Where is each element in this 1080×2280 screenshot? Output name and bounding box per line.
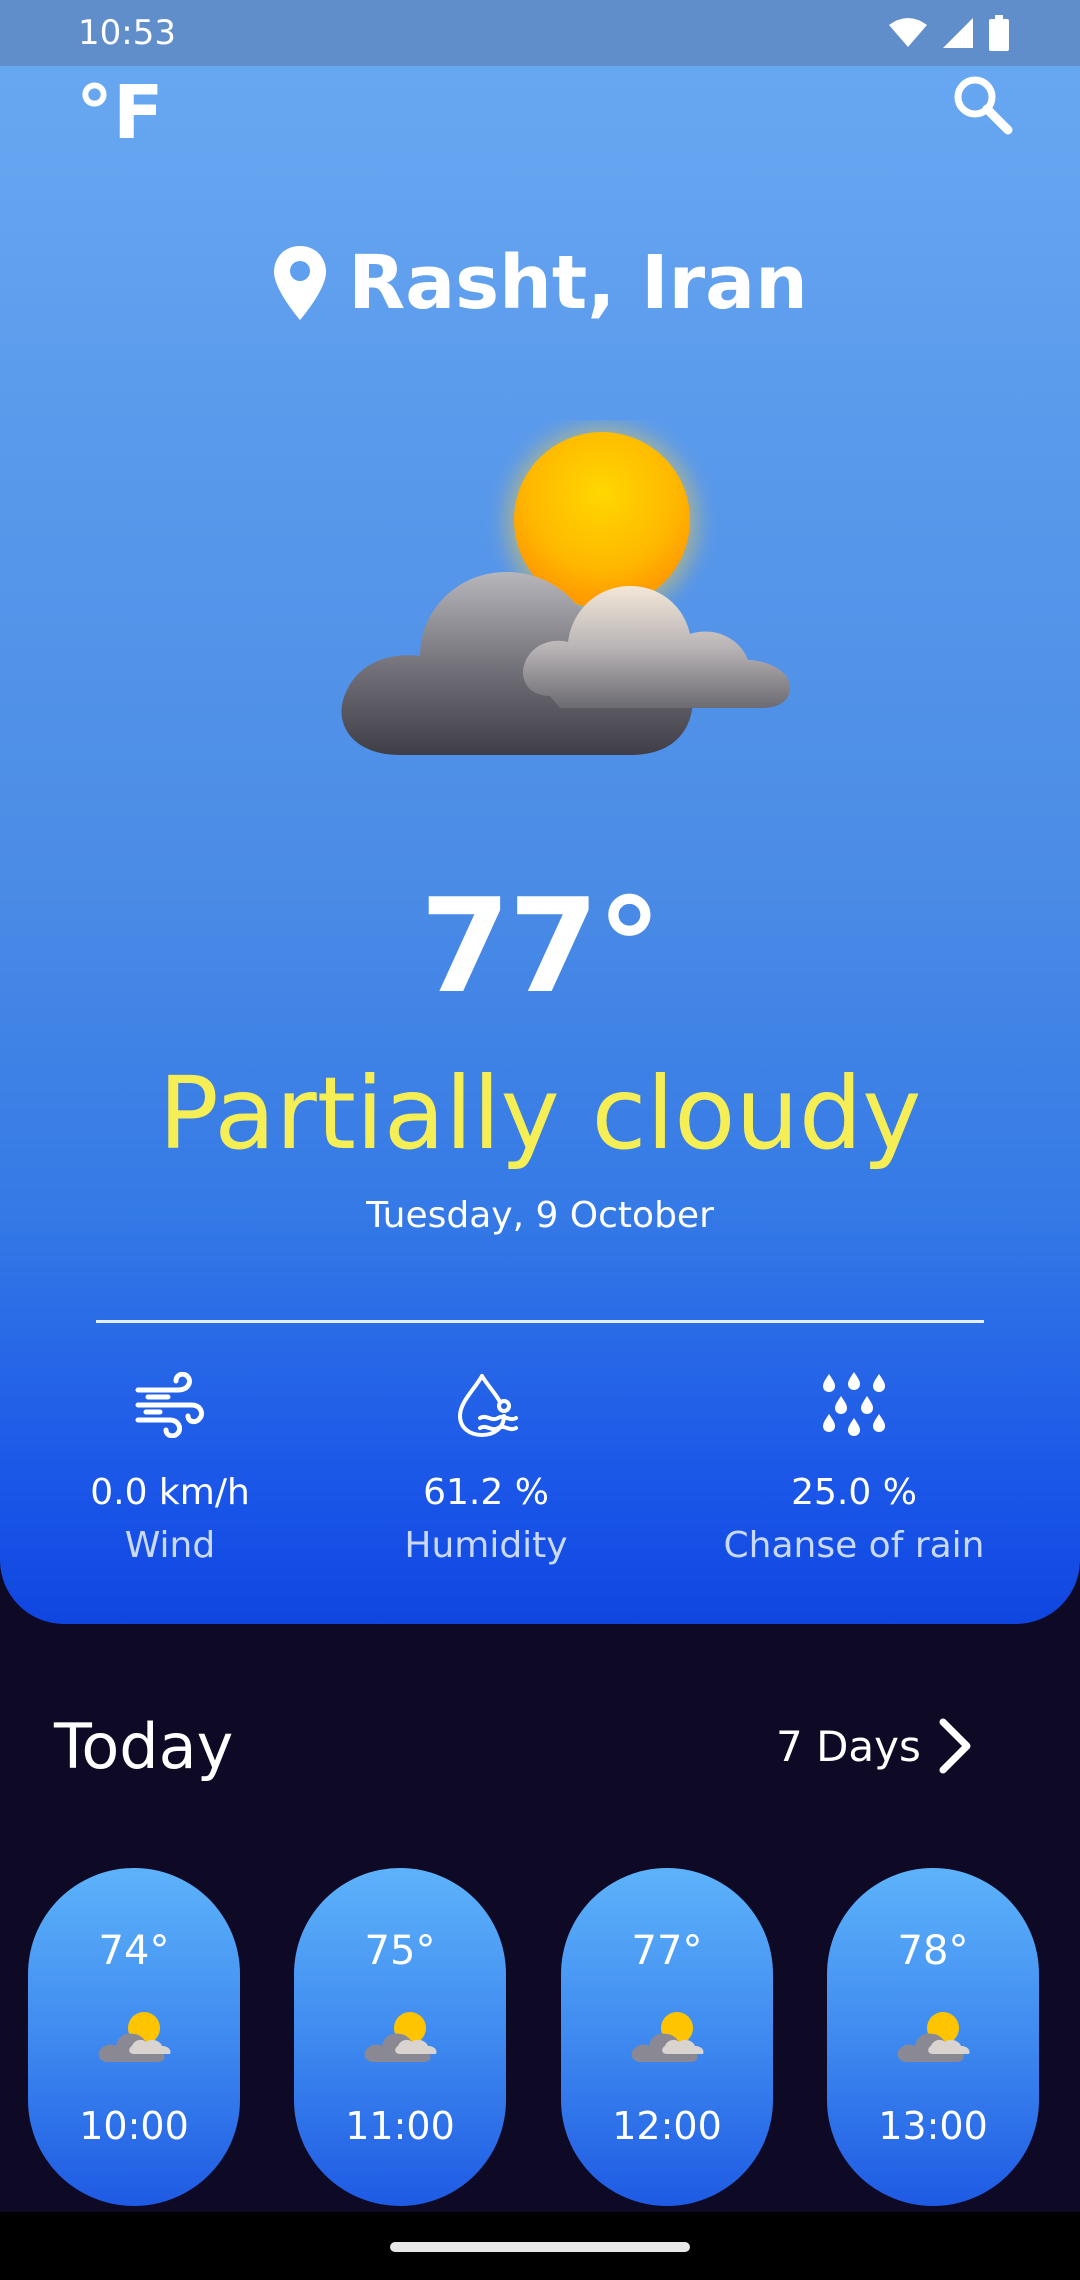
rain-chance-value: 25.0 % xyxy=(791,1472,917,1513)
today-title: Today xyxy=(54,1710,234,1783)
signal-icon xyxy=(943,18,973,48)
status-bar: 10:53 xyxy=(0,0,1080,66)
humidity-label: Humidity xyxy=(404,1525,568,1566)
wind-value: 0.0 km/h xyxy=(90,1472,250,1513)
location-name: Rasht, Iran xyxy=(348,240,808,326)
unit-toggle-button[interactable]: °F xyxy=(76,70,164,156)
chevron-right-icon xyxy=(939,1718,971,1774)
weather-condition: Partially cloudy xyxy=(158,1055,922,1172)
current-weather-card: 10:53 °F Rasht, Iran 77° Partially cloud… xyxy=(0,0,1080,1624)
partly-cloudy-icon xyxy=(364,2012,437,2062)
metric-humidity: 61.2 % Humidity xyxy=(316,1360,656,1566)
humidity-value: 61.2 % xyxy=(423,1472,549,1513)
wind-label: Wind xyxy=(124,1525,216,1566)
weather-metrics: 0.0 km/h Wind 61.2 % Humidity 25.0 % Cha… xyxy=(0,1360,1080,1580)
partly-cloudy-icon xyxy=(98,2012,171,2062)
hour-card[interactable]: 78° 13:00 xyxy=(827,1868,1039,2206)
wind-icon xyxy=(135,1372,205,1438)
search-icon xyxy=(954,76,1013,135)
hour-temperature: 78° xyxy=(897,1928,969,1974)
status-time: 10:53 xyxy=(78,13,176,53)
rain-chance-label: Chanse of rain xyxy=(723,1525,985,1566)
seven-days-button[interactable]: 7 Days xyxy=(776,1718,973,1774)
navigation-bar xyxy=(0,2212,1080,2280)
hour-time: 10:00 xyxy=(79,2104,189,2148)
divider xyxy=(96,1320,984,1323)
location-pin-icon xyxy=(274,246,327,320)
partly-cloudy-icon xyxy=(341,426,790,755)
metric-wind: 0.0 km/h Wind xyxy=(0,1360,340,1566)
current-temperature: 77° xyxy=(420,870,662,1022)
hour-time: 12:00 xyxy=(612,2104,722,2148)
hour-time: 11:00 xyxy=(345,2104,455,2148)
location: Rasht, Iran xyxy=(0,240,1080,326)
weather-app: 10:53 °F Rasht, Iran 77° Partially cloud… xyxy=(0,0,1080,2280)
seven-days-label: 7 Days xyxy=(776,1721,921,1771)
hour-card[interactable]: 74° 10:00 xyxy=(28,1868,240,2206)
partly-cloudy-icon xyxy=(631,2012,704,2062)
partly-cloudy-icon xyxy=(897,2012,970,2062)
metric-rain-chance: 25.0 % Chanse of rain xyxy=(684,1360,1024,1566)
hour-temperature: 74° xyxy=(98,1928,170,1974)
home-gesture-handle[interactable] xyxy=(390,2242,690,2252)
status-icons xyxy=(888,15,1010,51)
rain-drops-icon xyxy=(823,1372,885,1436)
current-date: Tuesday, 9 October xyxy=(366,1195,714,1236)
hour-card[interactable]: 77° 12:00 xyxy=(561,1868,773,2206)
search-button[interactable] xyxy=(950,72,1020,142)
wifi-icon xyxy=(889,18,927,47)
hour-card[interactable]: 75° 11:00 xyxy=(294,1868,506,2206)
battery-icon xyxy=(989,15,1009,51)
hour-temperature: 75° xyxy=(364,1928,436,1974)
humidity-icon xyxy=(458,1374,518,1437)
hour-time: 13:00 xyxy=(878,2104,988,2148)
hourly-forecast: 74° 10:00 75° 11:00 77° 12:00 78° 13:00 xyxy=(0,1868,1080,2208)
hour-temperature: 77° xyxy=(631,1928,703,1974)
